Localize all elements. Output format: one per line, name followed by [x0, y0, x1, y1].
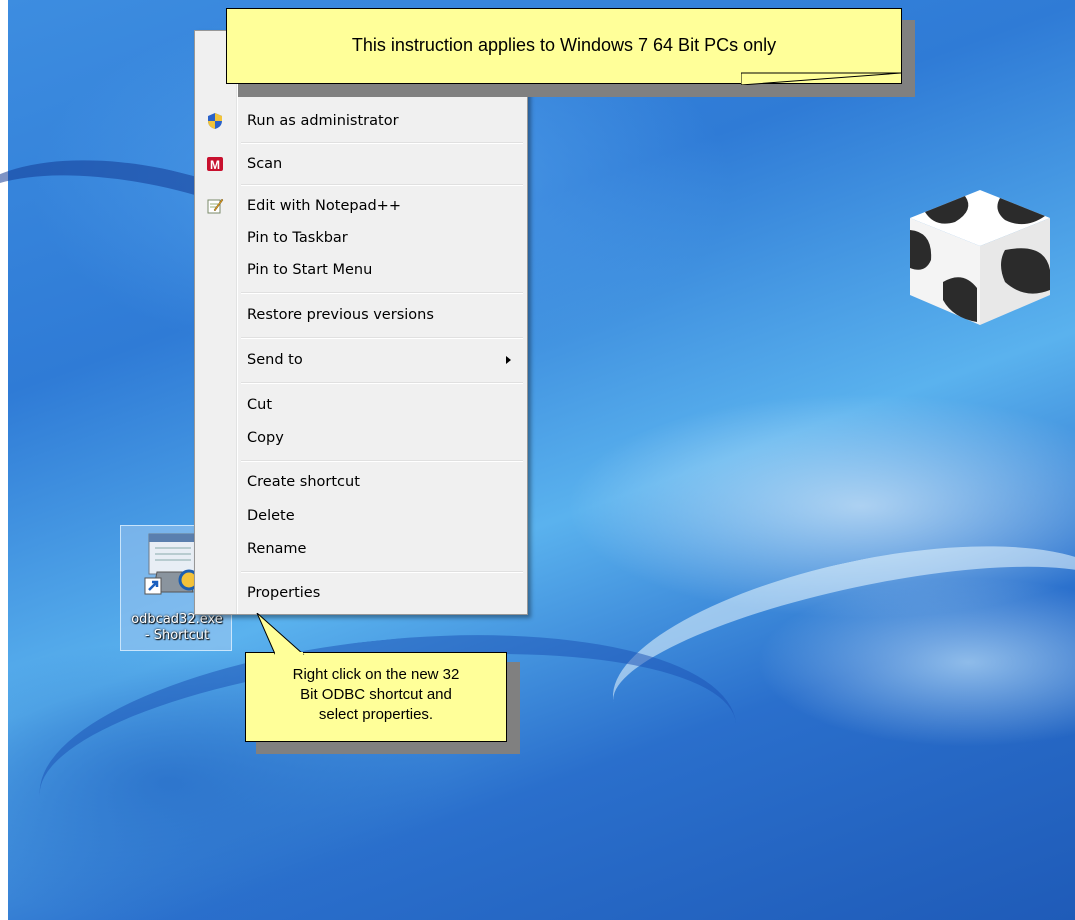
- menu-item-label: Restore previous versions: [247, 307, 434, 323]
- menu-separator: [241, 292, 523, 294]
- menu-separator: [241, 382, 523, 384]
- menu-item-label: Rename: [247, 541, 307, 557]
- menu-item-pin-to-start-menu[interactable]: Pin to Start Menu: [197, 256, 525, 284]
- menu-item-label: Properties: [247, 585, 321, 601]
- uac-shield-icon: [208, 113, 222, 129]
- menu-item-label: Create shortcut: [247, 474, 360, 490]
- menu-item-properties[interactable]: Properties: [197, 579, 525, 607]
- menu-item-create-shortcut[interactable]: Create shortcut: [197, 468, 525, 496]
- callout-top-text: This instruction applies to Windows 7 64…: [351, 35, 777, 55]
- menu-item-label: Cut: [247, 397, 272, 413]
- menu-item-run-as-administrator[interactable]: Run as administrator: [197, 107, 525, 135]
- menu-item-send-to[interactable]: Send to: [197, 346, 525, 374]
- shortcut-label: odbcad32.exe - Shortcut: [131, 612, 223, 643]
- mcafee-icon: M: [207, 157, 223, 172]
- svg-text:M: M: [210, 158, 220, 172]
- menu-item-label: Delete: [247, 508, 295, 524]
- notepad-plus-plus-icon: [207, 198, 224, 214]
- menu-item-label: Send to: [247, 352, 303, 368]
- context-menu: Run as administrator M Scan Edit with No…: [194, 30, 528, 615]
- menu-separator: [241, 460, 523, 462]
- menu-item-edit-with-notepad-plus-plus[interactable]: Edit with Notepad++: [197, 192, 525, 220]
- menu-item-restore-previous-versions[interactable]: Restore previous versions: [197, 301, 525, 329]
- menu-separator: [241, 184, 523, 186]
- callout-top: This instruction applies to Windows 7 64…: [226, 8, 902, 85]
- menu-item-pin-to-taskbar[interactable]: Pin to Taskbar: [197, 224, 525, 252]
- menu-item-label: Edit with Notepad++: [247, 198, 401, 214]
- menu-item-cut[interactable]: Cut: [197, 391, 525, 419]
- callout-pointer: [741, 72, 901, 85]
- menu-item-label: Run as administrator: [247, 113, 399, 129]
- callout-bottom-text: Right click on the new 32 Bit ODBC short…: [292, 666, 460, 723]
- menu-separator: [241, 142, 523, 144]
- menu-item-delete[interactable]: Delete: [197, 502, 525, 530]
- menu-separator: [241, 571, 523, 573]
- menu-item-label: Scan: [247, 156, 283, 172]
- menu-item-scan[interactable]: M Scan: [197, 150, 525, 178]
- menu-separator: [241, 337, 523, 339]
- menu-item-copy[interactable]: Copy: [197, 424, 525, 452]
- menu-item-label: Pin to Start Menu: [247, 262, 373, 278]
- submenu-arrow-icon: [506, 356, 511, 364]
- menu-item-label: Copy: [247, 430, 284, 446]
- desktop-background: [0, 0, 1075, 920]
- callout-pointer: [256, 613, 305, 655]
- menu-item-label: Pin to Taskbar: [247, 230, 348, 246]
- menu-item-rename[interactable]: Rename: [197, 535, 525, 563]
- cow-cube-icon[interactable]: [905, 190, 1055, 325]
- callout-bottom: Right click on the new 32 Bit ODBC short…: [245, 613, 507, 742]
